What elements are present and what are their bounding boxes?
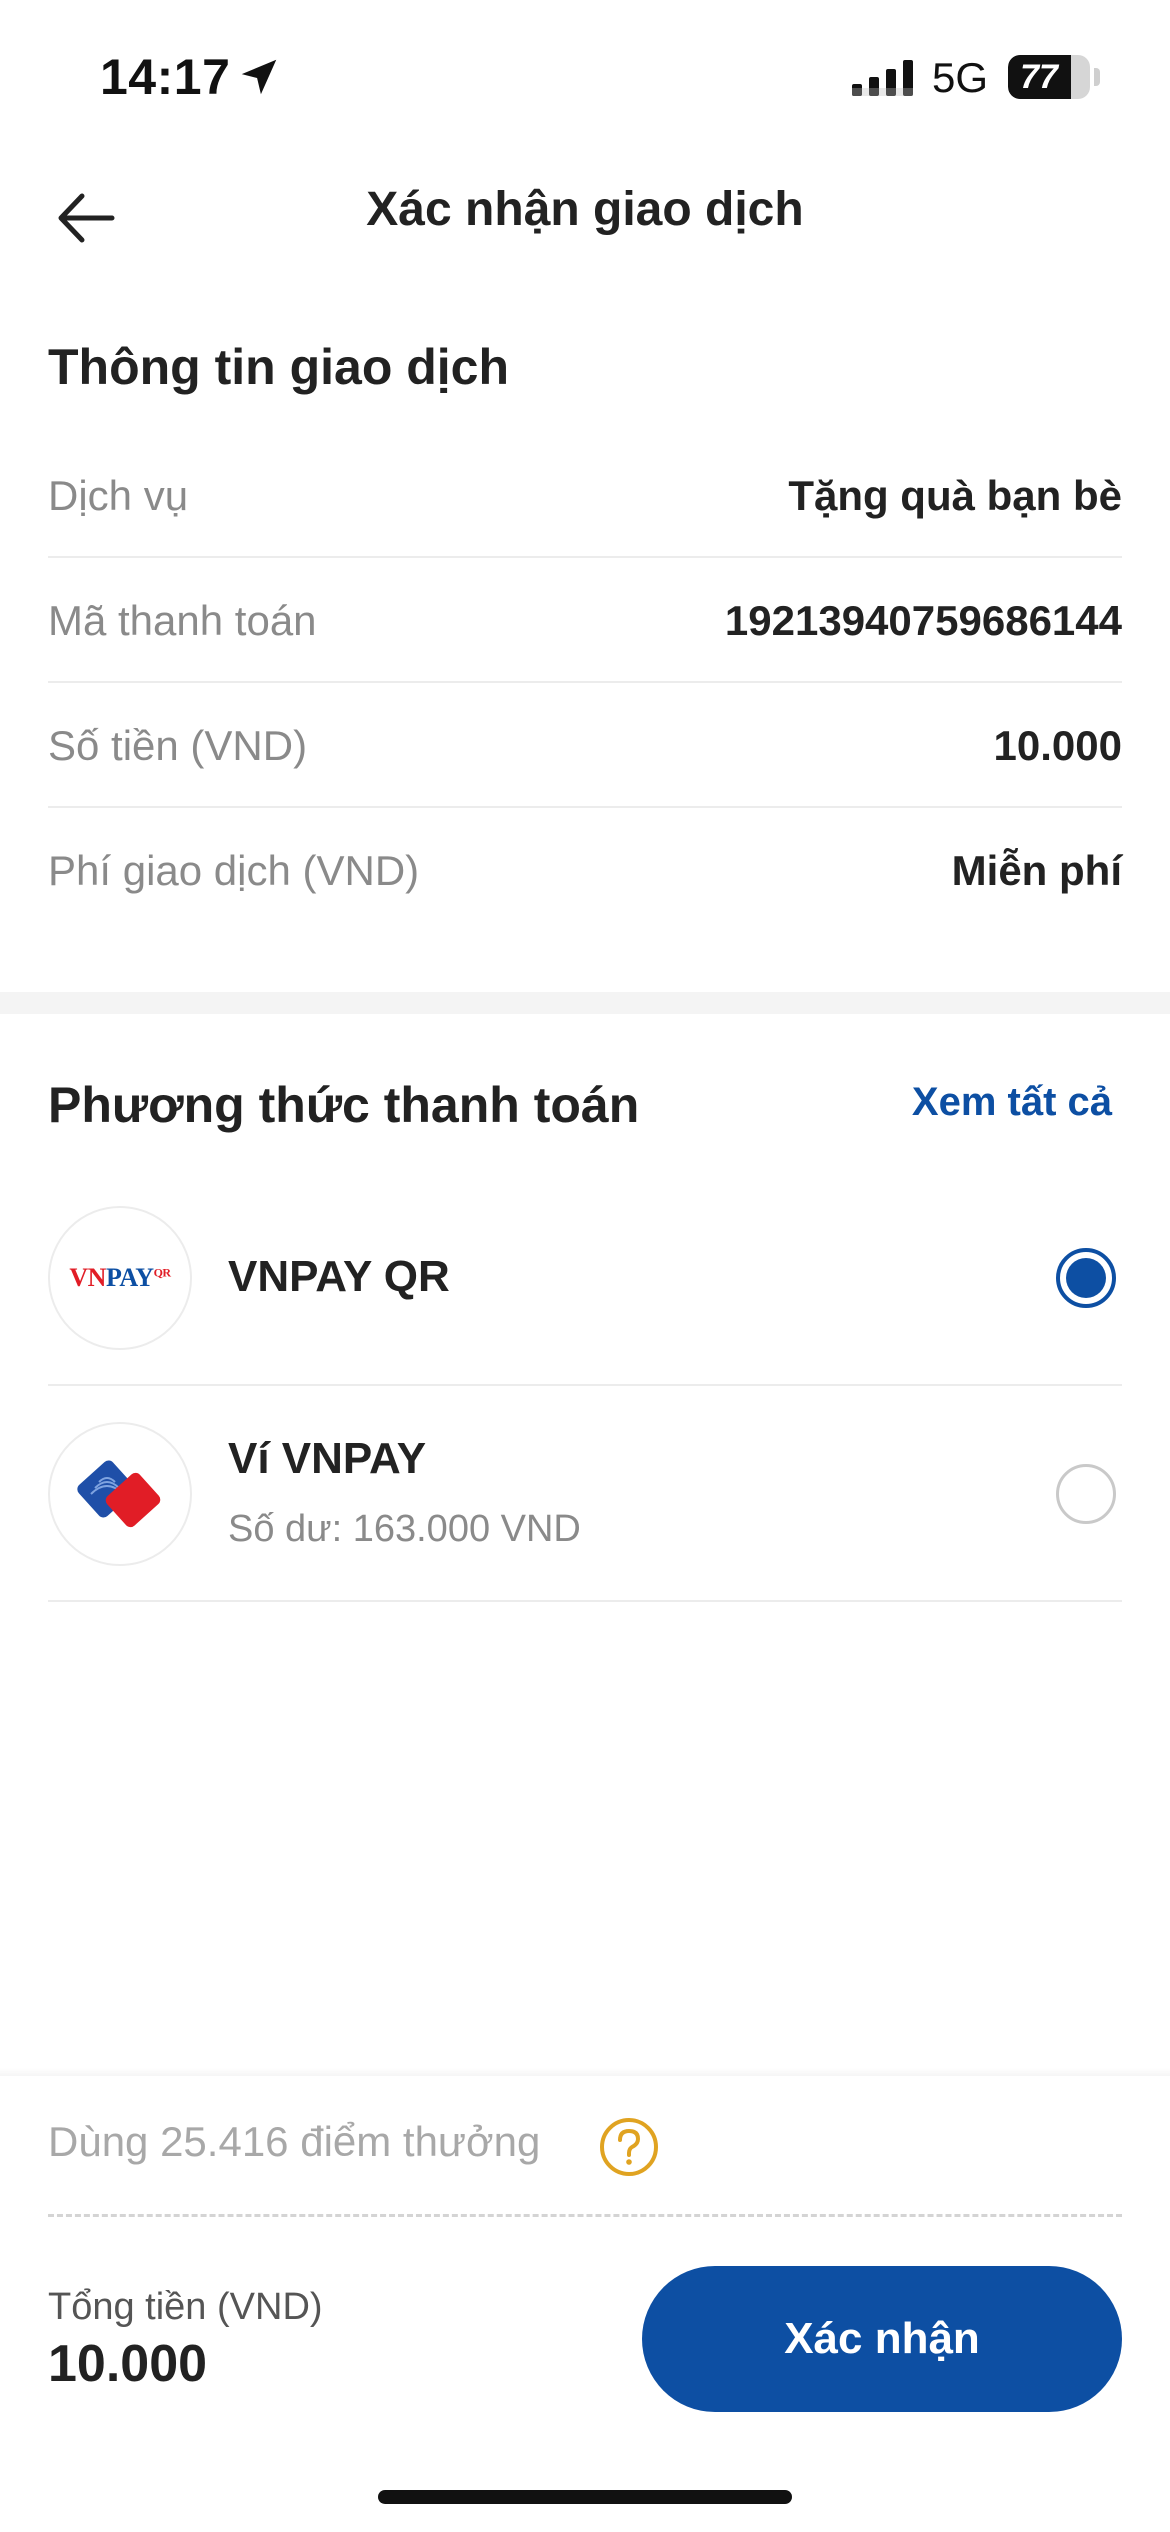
info-label: Phí giao dịch (VND) [48, 847, 420, 894]
info-label: Dịch vụ [48, 472, 189, 519]
signal-bars-icon [852, 60, 913, 96]
method-name: Ví VNPAY [228, 1434, 427, 1483]
info-row-payment-code: Mã thanh toán 19213940759686144 [48, 558, 1122, 683]
logo-text-vn: VN [69, 1263, 106, 1292]
see-all-link[interactable]: Xem tất cả [912, 1080, 1112, 1125]
info-value: Miễn phí [951, 847, 1122, 894]
vnpay-qr-logo: VNPAYQR [48, 1206, 192, 1350]
info-label: Mã thanh toán [48, 597, 317, 644]
info-value: 19213940759686144 [724, 597, 1122, 644]
info-row-fee: Phí giao dịch (VND) Miễn phí [48, 808, 1122, 933]
battery-percent: 77 [1020, 58, 1058, 96]
method-name: VNPAY QR [228, 1252, 450, 1301]
total-label: Tổng tiền (VND) [48, 2286, 323, 2328]
question-circle-icon[interactable] [598, 2116, 660, 2178]
info-label: Số tiền (VND) [48, 722, 308, 769]
battery-icon: 77 [1008, 55, 1090, 99]
location-arrow-icon [241, 59, 277, 95]
logo-text-qr: QR [153, 1265, 172, 1280]
info-row-amount: Số tiền (VND) 10.000 [48, 683, 1122, 808]
confirm-button[interactable]: Xác nhận [642, 2266, 1122, 2412]
network-type: 5G [932, 54, 989, 101]
logo-text-pay: PAY [105, 1263, 154, 1292]
wallet-card-icon [77, 1460, 161, 1528]
section-divider [0, 992, 1170, 1014]
battery-cap [1094, 68, 1100, 86]
total-value: 10.000 [48, 2335, 208, 2393]
status-bar: 14:17 5G 77 [0, 0, 1170, 150]
page-title: Xác nhận giao dịch [366, 183, 804, 236]
vnpay-wallet-logo [48, 1422, 192, 1566]
reward-points-text[interactable]: Dùng 25.416 điểm thưởng [48, 2118, 540, 2166]
radio-unselected[interactable] [1056, 1464, 1116, 1524]
payment-method-vnpay-qr[interactable]: VNPAYQR VNPAY QR [48, 1170, 1122, 1386]
payment-method-vnpay-wallet[interactable]: Ví VNPAY Số dư: 163.000 VND [48, 1386, 1122, 1602]
status-time: 14:17 [100, 49, 231, 105]
app-screen: 14:17 5G 77 Xác nhận giao dịch Thông tin… [0, 0, 1170, 2532]
dashed-divider [48, 2214, 1122, 2217]
payment-methods-title: Phương thức thanh toán [48, 1077, 640, 1133]
info-value: Tặng quà bạn bè [788, 472, 1122, 519]
info-row-service: Dịch vụ Tặng quà bạn bè [48, 433, 1122, 558]
transaction-info-title: Thông tin giao dịch [48, 339, 510, 395]
wallet-balance: Số dư: 163.000 VND [228, 1508, 581, 1550]
home-indicator[interactable] [378, 2490, 792, 2504]
radio-selected[interactable] [1056, 1248, 1116, 1308]
bottom-panel-shadow [0, 2068, 1170, 2076]
info-value: 10.000 [993, 722, 1122, 769]
